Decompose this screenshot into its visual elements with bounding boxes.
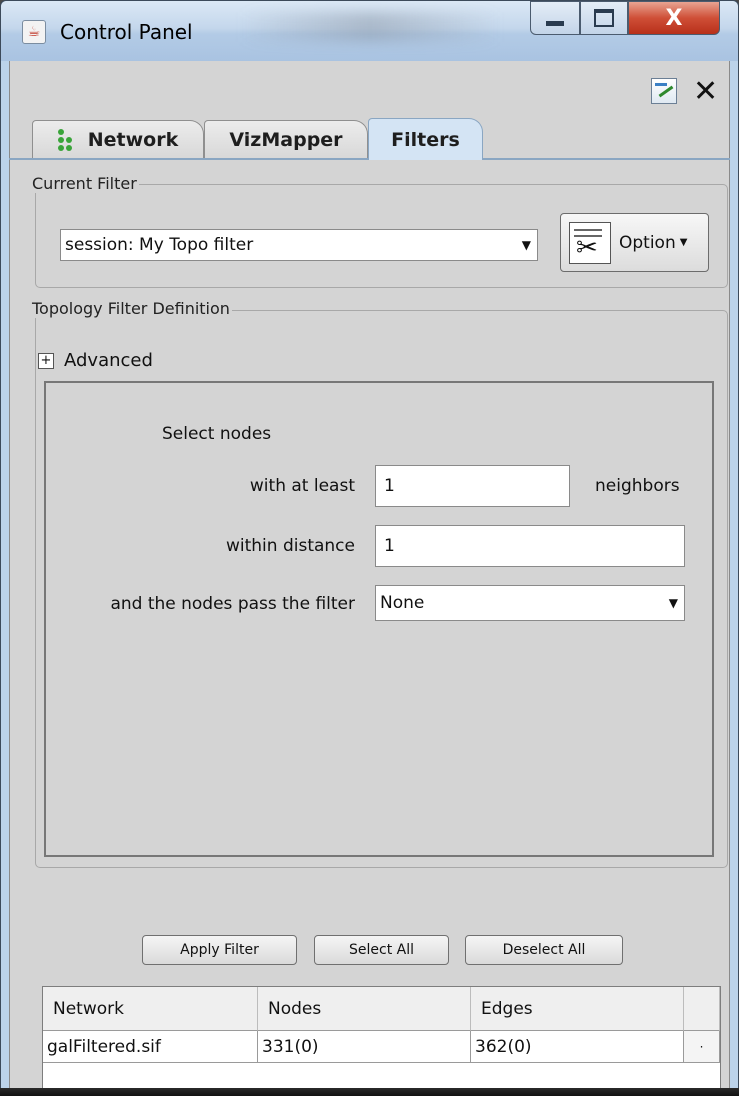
minimize-button[interactable] [530, 1, 580, 35]
maximize-icon [594, 9, 614, 27]
tab-vizmapper[interactable]: VizMapper [204, 120, 368, 158]
tab-label: Filters [391, 128, 460, 151]
table-empty-area [43, 1064, 720, 1089]
chevron-down-icon: ▼ [521, 238, 531, 252]
advanced-expand-icon[interactable]: + [38, 353, 54, 369]
topology-filter-legend: Topology Filter Definition [30, 299, 232, 318]
current-filter-dropdown[interactable]: session: My Topo filter ▼ [60, 229, 538, 261]
current-filter-legend: Current Filter [30, 174, 139, 193]
distance-value: 1 [384, 536, 395, 556]
close-panel-icon[interactable]: ✕ [693, 74, 718, 109]
column-header-network[interactable]: Network [43, 987, 258, 1031]
table-cell-nodes[interactable]: 331(0) [258, 1031, 471, 1063]
option-menu-button[interactable]: Option ▼ [560, 213, 709, 272]
network-table: Network Nodes Edges galFiltered.sif 331(… [42, 986, 721, 1090]
close-window-button[interactable]: X [628, 1, 720, 35]
minimize-icon [546, 20, 564, 26]
undock-icon[interactable] [651, 78, 677, 104]
table-scrollbar[interactable]: ⋅ [684, 1031, 720, 1063]
advanced-label[interactable]: Advanced [64, 350, 153, 371]
caret-down-icon: ▼ [679, 237, 688, 248]
maximize-button[interactable] [580, 1, 628, 35]
select-all-button[interactable]: Select All [314, 935, 449, 965]
distance-label: within distance [225, 536, 355, 556]
filter-options-icon [569, 221, 611, 264]
current-filter-value: session: My Topo filter [65, 235, 254, 255]
tab-label: VizMapper [229, 128, 343, 151]
column-header-edges[interactable]: Edges [471, 987, 684, 1031]
chevron-down-icon: ▼ [668, 596, 678, 610]
neighbors-label: neighbors [595, 476, 680, 496]
table-corner [684, 987, 720, 1031]
tab-label: Network [87, 128, 179, 151]
deselect-all-button[interactable]: Deselect All [465, 935, 623, 965]
table-cell-network[interactable]: galFiltered.sif [43, 1031, 258, 1063]
tab-filters[interactable]: Filters [368, 118, 483, 160]
select-nodes-label: Select nodes [162, 424, 272, 444]
window-title: Control Panel [60, 20, 193, 44]
window-bottom-edge [0, 1088, 739, 1096]
title-bar-blur [240, 12, 500, 42]
java-app-icon: ☕ [22, 20, 46, 44]
neighbors-count-input[interactable]: 1 [375, 465, 570, 507]
network-tree-icon [57, 128, 76, 151]
option-label: Option [619, 232, 676, 253]
table-cell-edges[interactable]: 362(0) [471, 1031, 684, 1063]
close-icon: X [665, 5, 683, 31]
apply-filter-button[interactable]: Apply Filter [142, 935, 297, 965]
pass-filter-label: and the nodes pass the filter [110, 594, 355, 614]
column-header-nodes[interactable]: Nodes [258, 987, 471, 1031]
distance-input[interactable]: 1 [375, 525, 685, 567]
at-least-label: with at least [249, 476, 355, 496]
pass-filter-dropdown[interactable]: None ▼ [375, 585, 685, 621]
neighbors-count-value: 1 [384, 476, 395, 496]
tab-network[interactable]: Network [32, 120, 204, 158]
pass-filter-value: None [380, 593, 425, 613]
